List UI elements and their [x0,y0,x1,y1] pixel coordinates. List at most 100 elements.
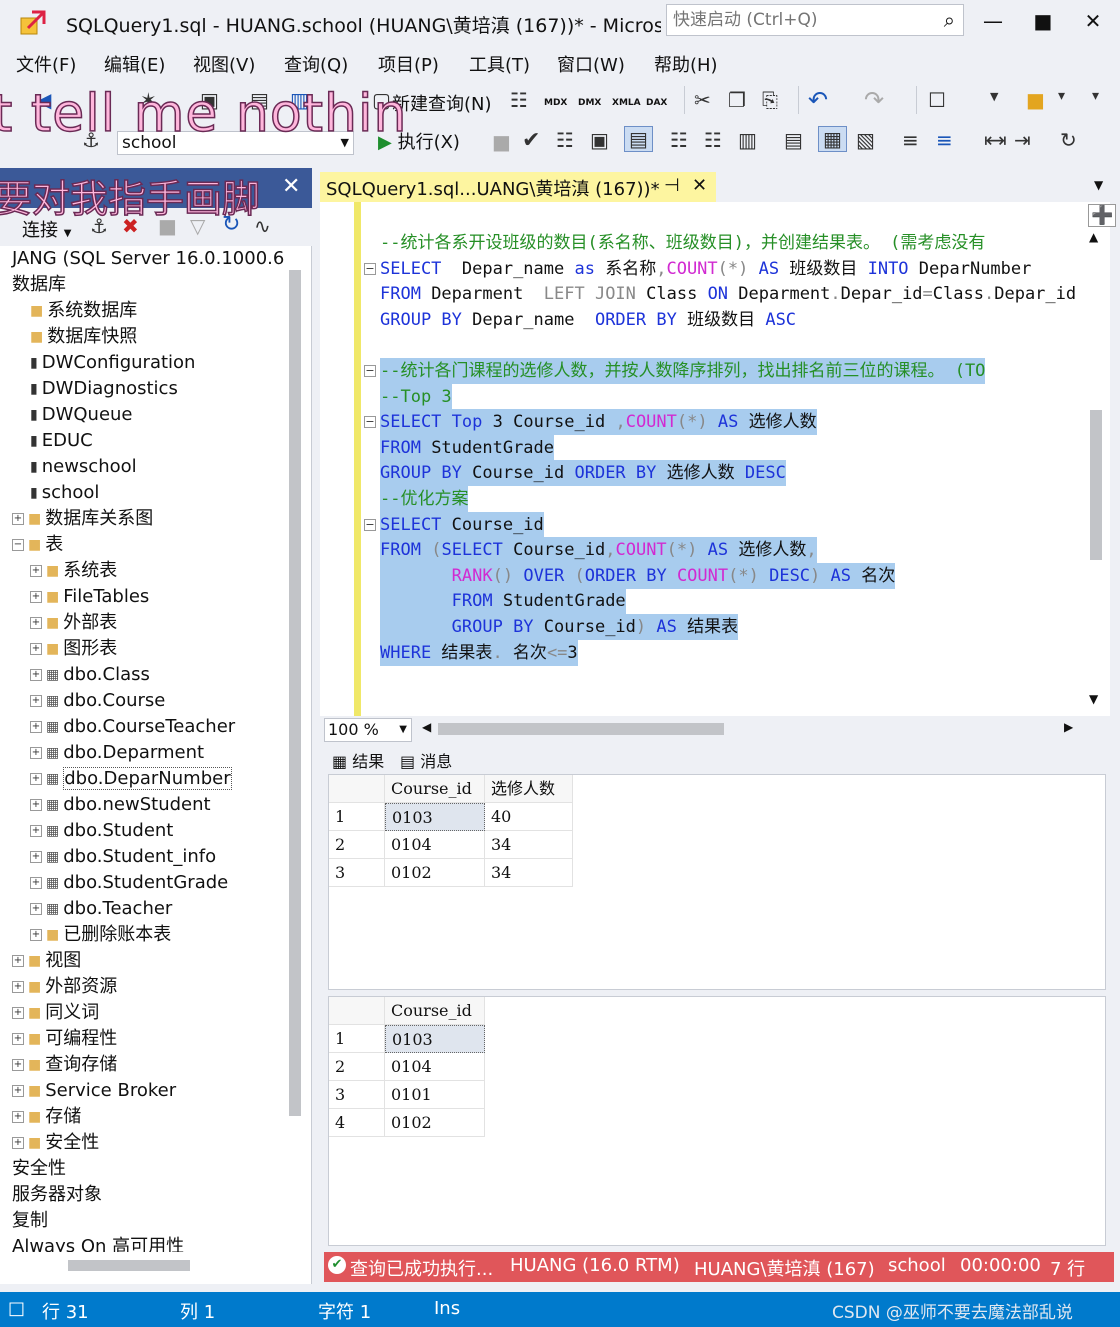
xmla-query-button[interactable]: XMLA [612,98,641,108]
editor-scroll-thumb[interactable] [1090,410,1102,560]
expand-icon[interactable]: + [30,929,42,941]
expand-icon[interactable]: + [12,955,24,967]
tree-node[interactable]: + ■ 安全性 [12,1130,99,1156]
expand-icon[interactable]: + [12,1059,24,1071]
scroll-up-icon[interactable]: ▲ [1089,230,1098,244]
menu-tools[interactable]: 工具(T) [469,51,530,77]
code-line[interactable]: SELECT Depar_name as 系名称,COUNT(*) AS 班级数… [380,256,1031,282]
expand-icon[interactable]: + [30,799,42,811]
menu-query[interactable]: 查询(Q) [284,51,348,77]
tree-node[interactable]: ■ 系统数据库 [30,298,137,324]
expand-icon[interactable]: + [12,1033,24,1045]
tree-node[interactable]: + ▦ dbo.StudentGrade [30,870,228,896]
expand-icon[interactable]: + [30,669,42,681]
tree-node[interactable]: ▮ school [30,480,99,506]
code-line-selected[interactable]: GROUP BY Course_id) AS 结果表 [380,614,739,640]
maximize-button[interactable]: ■ [1028,6,1058,36]
search-icon[interactable]: ⌕ [944,8,955,32]
grid-cell[interactable]: 40 [485,803,573,831]
menu-project[interactable]: 项目(P) [378,51,439,77]
code-line[interactable]: FROM Deparment LEFT JOIN Class ON Deparm… [380,281,1076,307]
results-to-grid-icon[interactable]: ▤ [624,126,653,152]
expand-icon[interactable]: + [12,1007,24,1019]
dax-query-button[interactable]: DAX [646,98,667,108]
expand-icon[interactable]: + [12,513,24,525]
document-tab-sqlquery1[interactable]: SQLQuery1.sql...UANG\黄培滇 (167))* ⊣ ✕ [320,172,716,202]
tree-node[interactable]: + ■ 外部资源 [12,974,117,1000]
grid-header-cell[interactable]: Course_id [385,997,485,1025]
expand-icon[interactable]: + [30,617,42,629]
editor-vertical-scrollbar[interactable]: ▲ ▼ [1087,230,1105,706]
code-line-selected[interactable]: --优化方案 [380,486,469,512]
expand-icon[interactable]: + [30,747,42,759]
increase-indent-icon[interactable]: ⇥ [1014,128,1031,152]
tree-node[interactable]: ■ 数据库快照 [30,324,137,350]
expand-icon[interactable]: + [30,565,42,577]
scroll-right-icon[interactable]: ▶ [1064,720,1073,734]
expand-icon[interactable]: + [30,903,42,915]
tree-node[interactable]: + ■ 视图 [12,948,81,974]
tree-node[interactable]: 安全性 [12,1156,66,1182]
tree-node[interactable]: + ■ 同义词 [12,1000,99,1026]
code-line-selected[interactable]: FROM StudentGrade [380,588,626,615]
code-line-selected[interactable]: FROM StudentGrade [380,434,555,461]
results-grid-1[interactable]: Course_id 选修人数 1 0103 40 2 0104 34 3 0102 34 [328,774,1106,990]
scroll-left-icon[interactable]: ◀ [422,720,431,734]
results-to-text-icon[interactable]: ▤ [784,128,803,152]
tree-node[interactable]: + ■ 外部表 [30,610,117,636]
grid-header-cell[interactable]: 选修人数 [485,775,573,803]
tree-node[interactable]: + ▦ dbo.newStudent [30,792,211,818]
tree-node[interactable]: Always On 高可用性 [12,1234,184,1252]
tree-node[interactable]: + ■ FileTables [30,584,149,610]
code-line-selected[interactable]: GROUP BY Course_id ORDER BY 选修人数 DESC [380,460,786,487]
tab-list-chevron-icon[interactable]: ▼ [1094,178,1103,192]
grid-header-cell[interactable] [329,775,385,803]
tree-node[interactable]: + ■ 数据库关系图 [12,506,153,532]
grid-cell[interactable]: 4 [329,1109,385,1137]
toolbar-overflow-icon[interactable]: ▾ [1058,88,1065,104]
code-line-selected[interactable]: --统计各门课程的选修人数，并按人数降序排列，找出排名前三位的课程。 (TO [380,358,986,384]
menu-file[interactable]: 文件(F) [16,51,76,77]
scroll-down-icon[interactable]: ▼ [1089,692,1098,706]
expand-icon[interactable]: + [30,695,42,707]
split-editor-icon[interactable]: ➕ [1088,204,1117,227]
cut-icon[interactable]: ✂ [694,88,711,112]
grid-header-cell[interactable]: Course_id [385,775,485,803]
tree-node[interactable]: 服务器对象 [12,1182,102,1208]
tab-messages[interactable]: ▤ 消息 [400,748,452,772]
grid-cell[interactable]: 0102 [385,859,485,887]
grid-cell[interactable]: 0104 [385,1053,485,1081]
menu-window[interactable]: 窗口(W) [557,51,625,77]
redo-icon[interactable]: ↷ [864,86,884,114]
fold-toggle-icon[interactable]: − [364,518,376,531]
dmx-query-button[interactable]: DMX [578,98,601,108]
close-window-button[interactable]: ✕ [1078,6,1108,36]
tree-vertical-scrollbar[interactable] [289,270,301,1116]
tree-node[interactable]: ▮ DWConfiguration [30,350,195,376]
paste-icon[interactable]: ⎘ [762,88,778,112]
code-line-selected[interactable]: WHERE 结果表. 名次<=3 [380,639,578,666]
quick-launch-box[interactable]: ⌕ [666,4,964,36]
include-plan-icon[interactable]: ☷ [670,128,688,152]
expand-icon[interactable]: + [30,773,42,785]
code-line[interactable]: --统计各系开设班级的数目(系名称、班级数目)，并创建结果表。 (需考虑没有 [380,230,985,256]
parse-check-icon[interactable]: ✔ [522,128,540,153]
expand-icon[interactable]: + [12,1085,24,1097]
expand-icon[interactable]: + [30,643,42,655]
code-line-selected[interactable]: --Top 3 [380,383,452,410]
editor-horizontal-scrollbar[interactable] [438,723,724,735]
tree-node[interactable]: + ▦ dbo.Student [30,818,173,844]
expand-icon[interactable]: + [12,1111,24,1123]
pin-icon[interactable]: ⊣ [664,175,680,196]
tree-node[interactable]: + ▦ dbo.Student_info [30,844,216,870]
tree-node[interactable]: − ■ 表 [12,532,63,558]
code-line-selected[interactable]: SELECT Top 3 Course_id ,COUNT(*) AS 选修人数 [380,409,817,436]
grid-cell[interactable]: 2 [329,1053,385,1081]
tree-node[interactable]: + ■ 可编程性 [12,1026,117,1052]
tree-node[interactable]: JANG (SQL Server 16.0.1000.6 - [12,246,290,272]
find-dropdown-icon[interactable]: ▼ [990,90,998,103]
tree-node[interactable]: ▮ DWQueue [30,402,133,428]
expand-icon[interactable]: + [30,877,42,889]
code-line-selected[interactable]: RANK() OVER (ORDER BY COUNT(*) DESC) AS … [380,562,896,589]
menu-help[interactable]: 帮助(H) [654,51,718,77]
